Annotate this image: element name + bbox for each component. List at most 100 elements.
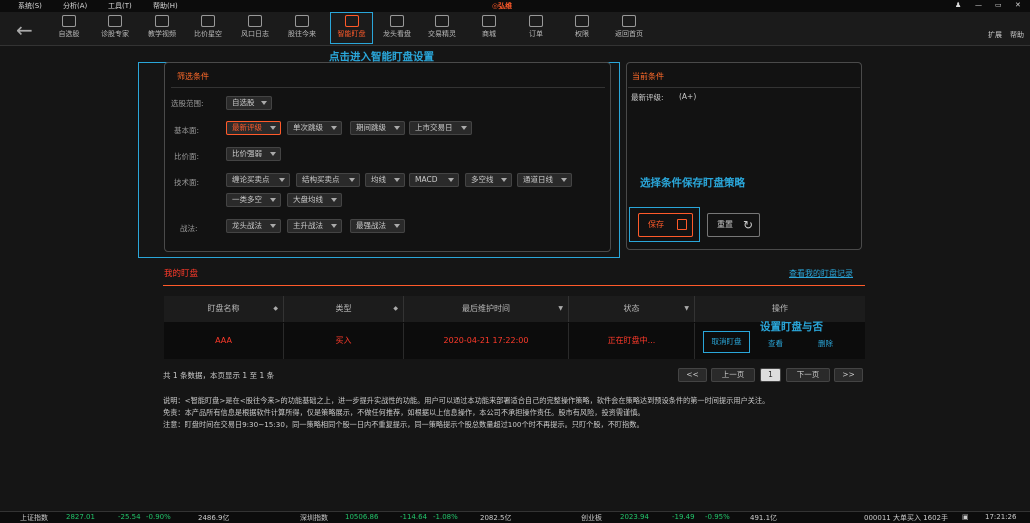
tech-channel-dropdown[interactable]: 通道日线 <box>517 173 572 187</box>
tech-longshort-dropdown[interactable]: 多空线 <box>465 173 512 187</box>
tb-diagnosis[interactable]: 诊股专家 <box>92 13 138 44</box>
monitor-icon <box>344 15 359 27</box>
reset-button[interactable]: 重置 ↻ <box>707 213 760 237</box>
close-icon[interactable]: ✕ <box>1015 1 1021 9</box>
sh-pct: -0.90% <box>146 513 171 521</box>
back-arrow-icon[interactable]: ← <box>16 18 33 42</box>
tech-macd-dropdown[interactable]: MACD <box>409 173 459 187</box>
current-title: 当前条件 <box>632 72 664 81</box>
filter-title: 筛选条件 <box>177 72 209 81</box>
rating-value: (A+) <box>679 92 697 101</box>
tech-structure-dropdown[interactable]: 结构买卖点 <box>296 173 360 187</box>
compare-label: 比价面: <box>174 152 200 161</box>
last-page-button[interactable]: >> <box>834 368 863 382</box>
diagnosis-icon <box>108 15 122 27</box>
cy-label[interactable]: 创业板 <box>581 513 602 523</box>
sh-change: -25.54 <box>118 513 141 521</box>
delete-button[interactable]: 删除 <box>818 338 833 349</box>
basic-rating-dropdown[interactable]: 最新评级 <box>226 121 281 135</box>
tb-log[interactable]: 风口日志 <box>232 13 278 44</box>
tb-smart-watch[interactable]: 智能盯盘 <box>330 12 373 44</box>
sz-volume: 2082.5亿 <box>480 514 512 522</box>
wizard-icon <box>435 15 449 27</box>
rating-label: 最新评级: <box>631 93 664 102</box>
tb-trade-wizard[interactable]: 交易精灵 <box>419 13 465 44</box>
cy-volume: 491.1亿 <box>750 514 778 522</box>
shirt-icon[interactable]: ♟ <box>955 1 961 9</box>
menu-system[interactable]: 系统(S) <box>18 1 42 11</box>
basic-listing-dropdown[interactable]: 上市交易日 <box>409 121 472 135</box>
tactic-leader-dropdown[interactable]: 龙头战法 <box>226 219 281 233</box>
save-button[interactable]: 保存 <box>638 213 693 237</box>
bell-icon[interactable]: ▣ <box>962 513 969 521</box>
divider <box>171 87 605 88</box>
cell-time: 2020-04-21 17:22:00 <box>404 323 569 359</box>
tactic-label: 战法: <box>180 224 198 233</box>
annotation-save: 选择条件保存盯盘策略 <box>640 177 745 189</box>
menu-bar: 系统(S) 分析(A) 工具(T) 帮助(H) ◎弘维 ♟ — ▭ ✕ <box>0 0 1030 12</box>
th-time[interactable]: 最后维护时间 ▼ <box>404 296 569 322</box>
sz-label[interactable]: 深圳指数 <box>300 513 328 523</box>
prev-page-button[interactable]: 上一页 <box>711 368 755 382</box>
basic-jump-dropdown[interactable]: 单次跳级 <box>287 121 342 135</box>
tb-watchlist[interactable]: 自选股 <box>46 13 92 44</box>
watchlist-icon <box>62 15 76 27</box>
note-disclaimer: 免责：本产品所有信息是根据软件计算所得，仅是策略展示，不做任何推荐，如根据以上信… <box>163 408 645 417</box>
view-button[interactable]: 查看 <box>768 338 783 349</box>
tactic-strongest-dropdown[interactable]: 最强战法 <box>350 219 405 233</box>
order-icon <box>529 15 543 27</box>
sort-icon: ▼ <box>684 305 689 312</box>
sort-icon: ◆ <box>393 305 398 312</box>
page-1-button[interactable]: 1 <box>760 368 781 382</box>
th-type[interactable]: 类型 ◆ <box>284 296 404 322</box>
cy-change: -19.49 <box>672 513 695 521</box>
cancel-watch-button[interactable]: 取消盯盘 <box>703 331 750 353</box>
tactic-main-dropdown[interactable]: 主升战法 <box>287 219 342 233</box>
minimize-icon[interactable]: — <box>975 1 982 9</box>
cy-pct: -0.95% <box>705 513 730 521</box>
scope-dropdown[interactable]: 自选股 <box>226 96 272 110</box>
pager-summary: 共 1 条数据，本页显示 1 至 1 条 <box>163 371 275 380</box>
tb-videos[interactable]: 教学视频 <box>139 13 185 44</box>
app-logo: ◎弘维 <box>492 2 513 10</box>
sz-price: 10506.86 <box>345 513 379 521</box>
basic-period-dropdown[interactable]: 期间跳级 <box>350 121 405 135</box>
next-page-button[interactable]: 下一页 <box>786 368 830 382</box>
sh-label[interactable]: 上证指数 <box>20 513 48 523</box>
tech-ma-dropdown[interactable]: 均线 <box>365 173 405 187</box>
compare-dropdown[interactable]: 比价强弱 <box>226 147 281 161</box>
leader-icon <box>390 15 404 27</box>
basic-label: 基本面: <box>174 126 200 135</box>
menu-analysis[interactable]: 分析(A) <box>63 1 87 11</box>
th-status[interactable]: 状态 ▼ <box>569 296 695 322</box>
tb-compare[interactable]: 比价星空 <box>185 13 231 44</box>
tech-index-ma-dropdown[interactable]: 大盘均线 <box>287 193 342 207</box>
cell-name: AAA <box>164 323 284 359</box>
tech-class1-dropdown[interactable]: 一类多空 <box>226 193 281 207</box>
first-page-button[interactable]: << <box>678 368 707 382</box>
menu-tools[interactable]: 工具(T) <box>108 1 132 11</box>
tb-orders[interactable]: 订单 <box>513 13 559 44</box>
tb-home[interactable]: 返回首页 <box>606 13 652 44</box>
help-button[interactable]: 帮助 <box>1010 30 1024 40</box>
tb-permission[interactable]: 权限 <box>559 13 605 44</box>
tb-mall[interactable]: 商城 <box>466 13 512 44</box>
th-name[interactable]: 盯盘名称 ◆ <box>164 296 284 322</box>
cell-status: 正在盯盘中... <box>569 323 695 359</box>
shield-icon <box>575 15 589 27</box>
tb-history[interactable]: 股往今来 <box>279 13 325 44</box>
menu-help[interactable]: 帮助(H) <box>153 1 178 11</box>
tech-label: 技术面: <box>174 178 200 187</box>
watch-records-link[interactable]: 查看我的盯盘记录 <box>789 268 853 279</box>
maximize-icon[interactable]: ▭ <box>995 1 1002 9</box>
extend-button[interactable]: 扩展 <box>988 30 1002 40</box>
store-icon <box>482 15 496 27</box>
section-divider <box>163 285 865 286</box>
tech-chan-dropdown[interactable]: 缠论买卖点 <box>226 173 290 187</box>
my-watch-title: 我的盯盘 <box>164 269 199 279</box>
tb-leader[interactable]: 龙头看盘 <box>374 13 420 44</box>
ticker-text: 000011 大单买入 1602手 <box>864 514 948 522</box>
sz-pct: -1.08% <box>433 513 458 521</box>
clock-time: 17:21:26 <box>985 513 1017 521</box>
annotation-toggle: 设置盯盘与否 <box>760 321 823 333</box>
